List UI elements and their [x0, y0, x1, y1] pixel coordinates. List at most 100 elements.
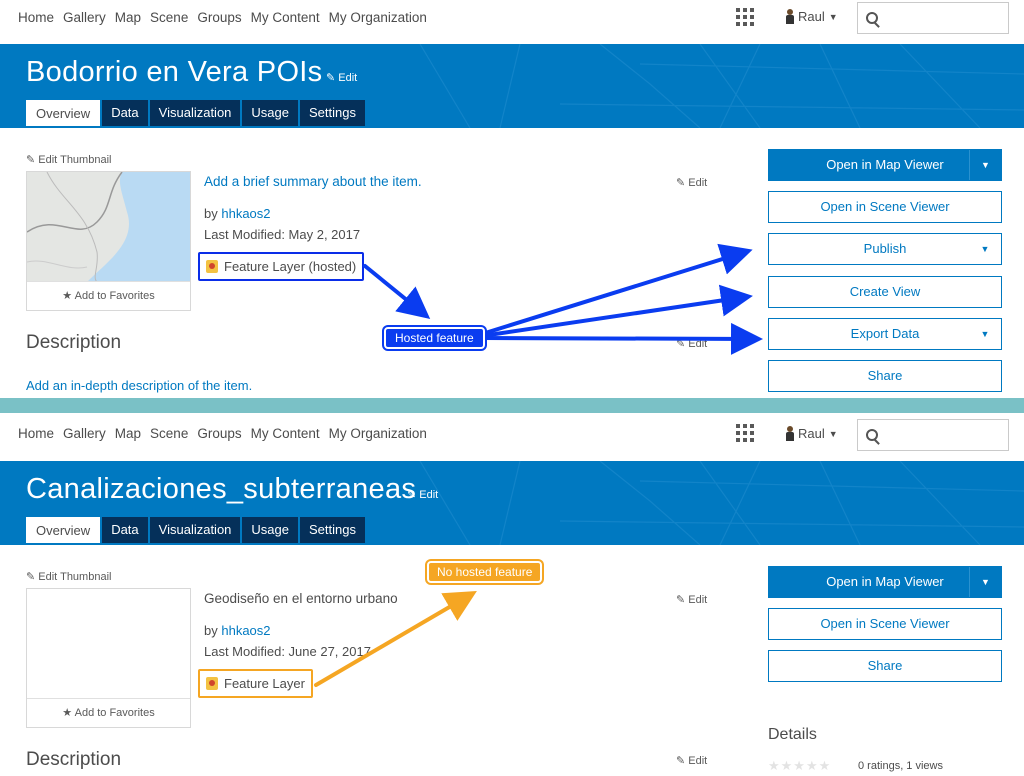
description-edit-label: Edit	[688, 338, 708, 350]
export-data-button[interactable]: Export Data ▼	[768, 318, 1002, 350]
create-view-button[interactable]: Create View	[768, 276, 1002, 308]
ratings-count: 0 ratings, 1 views	[858, 760, 943, 772]
chevron-down-icon[interactable]: ▼	[969, 319, 1001, 349]
nav-link-gallery[interactable]: Gallery	[63, 10, 106, 25]
tab-usage[interactable]: Usage	[242, 517, 298, 543]
add-to-favorites-label: Add to Favorites	[74, 290, 155, 302]
tab-settings[interactable]: Settings	[300, 517, 365, 543]
nav-link-home[interactable]: Home	[18, 426, 54, 441]
title-edit-link[interactable]: ✎ Edit	[407, 488, 438, 501]
app-launcher-icon[interactable]	[736, 424, 754, 442]
open-map-viewer-button[interactable]: Open in Map Viewer ▼	[768, 566, 1002, 598]
summary-edit-link[interactable]: ✎ Edit	[676, 176, 707, 189]
description-edit-link[interactable]: ✎ Edit	[676, 754, 707, 767]
nav-links: Home Gallery Map Scene Groups My Content…	[18, 426, 436, 441]
open-map-viewer-button[interactable]: Open in Map Viewer ▼	[768, 149, 1002, 181]
open-map-viewer-label: Open in Map Viewer	[826, 157, 944, 172]
user-name: Raul	[798, 9, 825, 24]
item-type-badge: Feature Layer (hosted)	[198, 252, 365, 281]
star-icon: ★	[62, 290, 73, 302]
star-icon: ★	[62, 707, 73, 719]
tab-overview[interactable]: Overview	[26, 100, 101, 126]
search-input[interactable]	[857, 2, 1009, 34]
share-button[interactable]: Share	[768, 650, 1002, 682]
thumbnail-image[interactable]	[27, 172, 190, 282]
open-scene-viewer-button[interactable]: Open in Scene Viewer	[768, 191, 1002, 223]
nav-link-my-organization[interactable]: My Organization	[329, 426, 427, 441]
nav-link-groups[interactable]: Groups	[197, 10, 241, 25]
avatar	[786, 9, 794, 24]
user-menu[interactable]: Raul ▼	[786, 426, 838, 441]
by-label: by	[204, 206, 218, 221]
search-input[interactable]	[857, 419, 1009, 451]
thumbnail-card: ★ Add to Favorites	[26, 171, 191, 311]
share-button[interactable]: Share	[768, 360, 1002, 392]
add-to-favorites-button[interactable]: ★ Add to Favorites	[27, 698, 190, 727]
chevron-down-icon[interactable]: ▼	[969, 234, 1001, 264]
chevron-down-icon[interactable]: ▼	[969, 150, 1001, 180]
description-link[interactable]: Add an in-depth description of the item.	[26, 378, 252, 393]
owner-link[interactable]: hhkaos2	[221, 623, 270, 638]
add-to-favorites-button[interactable]: ★ Add to Favorites	[27, 281, 190, 310]
chevron-down-icon: ▼	[828, 428, 838, 439]
nav-link-my-content[interactable]: My Content	[251, 426, 320, 441]
summary-link[interactable]: Add a brief summary about the item.	[204, 174, 422, 189]
publish-label: Publish	[863, 241, 907, 256]
description-edit-link[interactable]: ✎ Edit	[676, 337, 707, 350]
edit-thumbnail-link[interactable]: ✎ Edit Thumbnail	[26, 570, 111, 583]
publish-button[interactable]: Publish ▼	[768, 233, 1002, 265]
tab-visualization[interactable]: Visualization	[149, 517, 241, 543]
page-title: Bodorrio en Vera POIs	[26, 56, 323, 88]
page-title: Canalizaciones_subterraneas	[26, 473, 417, 505]
nav-link-scene[interactable]: Scene	[150, 10, 188, 25]
nav-link-gallery[interactable]: Gallery	[63, 426, 106, 441]
owner-link[interactable]: hhkaos2	[221, 206, 270, 221]
thumbnail-image[interactable]	[27, 589, 190, 699]
nav-link-my-content[interactable]: My Content	[251, 10, 320, 25]
item-tabs: Overview Data Visualization Usage Settin…	[26, 100, 365, 126]
chevron-down-icon[interactable]: ▼	[969, 567, 1001, 597]
nav-link-map[interactable]: Map	[115, 10, 141, 25]
title-edit-label: Edit	[419, 489, 439, 501]
item-page-hosted: Home Gallery Map Scene Groups My Content…	[0, 0, 1024, 398]
by-label: by	[204, 623, 218, 638]
title-edit-link[interactable]: ✎ Edit	[326, 71, 357, 84]
nav-link-my-organization[interactable]: My Organization	[329, 10, 427, 25]
user-menu[interactable]: Raul ▼	[786, 9, 838, 24]
last-modified: Last Modified: May 2, 2017	[204, 227, 361, 242]
nav-link-home[interactable]: Home	[18, 10, 54, 25]
rating-stars[interactable]: ★★★★★	[768, 758, 831, 774]
pencil-icon: ✎	[26, 154, 36, 166]
summary-edit-link[interactable]: ✎ Edit	[676, 593, 707, 606]
nav-link-scene[interactable]: Scene	[150, 426, 188, 441]
nav-link-map[interactable]: Map	[115, 426, 141, 441]
hosted-feature-callout: Hosted feature	[384, 327, 485, 349]
search-icon	[866, 429, 878, 441]
edit-thumbnail-link[interactable]: ✎ Edit Thumbnail	[26, 153, 111, 166]
search-icon	[866, 12, 878, 24]
tab-settings[interactable]: Settings	[300, 100, 365, 126]
thumbnail-card: ★ Add to Favorites	[26, 588, 191, 728]
app-launcher-icon[interactable]	[736, 8, 754, 26]
item-banner: Bodorrio en Vera POIs ✎ Edit Overview Da…	[0, 44, 1024, 128]
title-edit-label: Edit	[338, 72, 358, 84]
divider	[0, 398, 1024, 413]
nav-link-groups[interactable]: Groups	[197, 426, 241, 441]
item-type-label: Feature Layer (hosted)	[224, 259, 357, 274]
last-modified: Last Modified: June 27, 2017	[204, 644, 371, 659]
pencil-icon: ✎	[26, 571, 36, 583]
tab-usage[interactable]: Usage	[242, 100, 298, 126]
feature-layer-icon	[206, 260, 218, 273]
feature-layer-icon	[206, 677, 218, 690]
open-scene-viewer-button[interactable]: Open in Scene Viewer	[768, 608, 1002, 640]
summary-edit-label: Edit	[688, 177, 708, 189]
edit-thumbnail-label: Edit Thumbnail	[38, 571, 112, 583]
chevron-down-icon: ▼	[828, 11, 838, 22]
tab-data[interactable]: Data	[102, 100, 148, 126]
description-heading: Description	[26, 749, 122, 770]
tab-visualization[interactable]: Visualization	[149, 100, 241, 126]
tab-overview[interactable]: Overview	[26, 517, 101, 543]
item-page-not-hosted: Home Gallery Map Scene Groups My Content…	[0, 413, 1024, 776]
tab-data[interactable]: Data	[102, 517, 148, 543]
edit-thumbnail-label: Edit Thumbnail	[38, 154, 112, 166]
